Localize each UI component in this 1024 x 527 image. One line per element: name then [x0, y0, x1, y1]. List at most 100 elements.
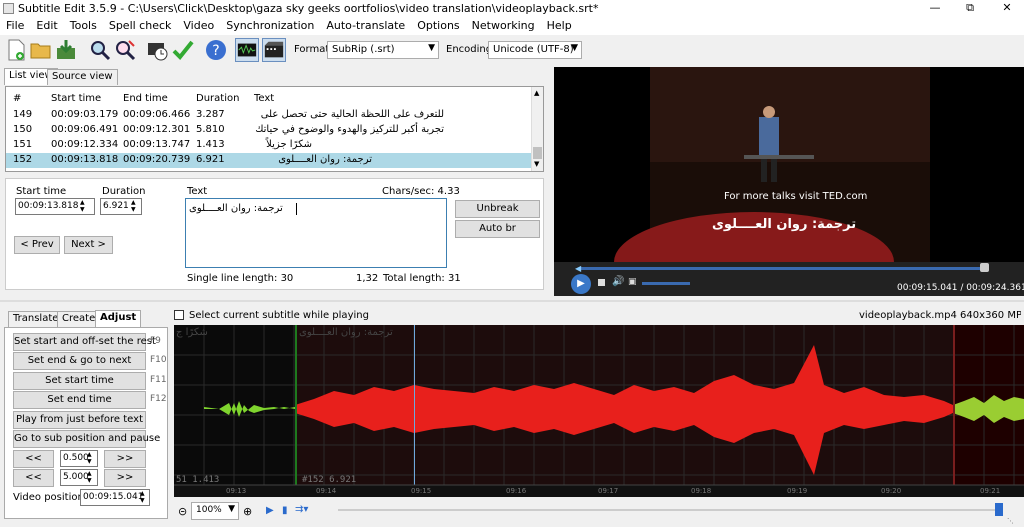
replace-icon[interactable]	[113, 38, 137, 62]
menu-synchronization[interactable]: Synchronization	[220, 17, 320, 35]
cell-end: 00:09:06.466	[123, 109, 191, 120]
new-file-icon[interactable]	[4, 38, 28, 62]
spell-check-icon[interactable]	[171, 38, 195, 62]
tick-label: 09:19	[787, 487, 808, 495]
zoom-select[interactable]: 100% ▼	[191, 502, 239, 520]
table-row[interactable]: 150 00:09:06.491 00:09:12.301 5.810 تجرب…	[6, 123, 531, 138]
set-start-offset-button[interactable]: Set start and off-set the rest	[13, 333, 156, 351]
waveform[interactable]: شكرًا ج ترجمة: روان العــــلوى 51 1.413 …	[174, 325, 1024, 497]
menu-auto-translate[interactable]: Auto-translate	[320, 17, 411, 35]
sync-options-icon[interactable]: ⇉▾	[295, 504, 308, 515]
volume-slider[interactable]	[642, 282, 690, 285]
select-while-playing-checkbox[interactable]	[174, 310, 184, 320]
scroll-down-icon[interactable]: ▼	[534, 160, 539, 168]
waveform-position-track[interactable]	[338, 509, 1002, 511]
find-icon[interactable]	[88, 38, 112, 62]
col-duration[interactable]: Duration	[196, 93, 239, 104]
minimize-icon[interactable]: —	[918, 0, 952, 17]
menu-tools[interactable]: Tools	[64, 17, 103, 35]
back-small-button[interactable]: <<	[13, 450, 54, 468]
svg-text:?: ?	[212, 43, 219, 59]
prev-button[interactable]: < Prev	[14, 236, 60, 254]
play-before-text-button[interactable]: Play from just before text	[13, 411, 146, 429]
center-icon[interactable]: ▮	[282, 505, 288, 516]
list-scrollbar[interactable]: ▲ ▼	[531, 87, 543, 171]
maximize-icon[interactable]: ⧉	[953, 0, 987, 17]
subtitle-list[interactable]: # Start time End time Duration Text 149 …	[5, 86, 544, 172]
tab-translate[interactable]: Translate	[8, 311, 64, 327]
scroll-up-icon[interactable]: ▲	[534, 89, 539, 97]
shortcut-f10: F10	[150, 355, 167, 365]
save-icon[interactable]	[54, 38, 78, 62]
video-progress[interactable]	[581, 267, 987, 270]
forward-large-button[interactable]: >>	[104, 469, 146, 487]
table-row[interactable]: 149 00:09:03.179 00:09:06.466 3.287 للتع…	[6, 108, 531, 123]
video-position-spinner[interactable]: ▲ ▼	[140, 490, 145, 504]
set-end-time-button[interactable]: Set end time	[13, 391, 146, 409]
start-time-spinner[interactable]: ▲ ▼	[80, 199, 85, 213]
large-step-spinner[interactable]: ▲ ▼	[87, 470, 92, 484]
table-row[interactable]: 151 00:09:12.334 00:09:13.747 1.413 شكرً…	[6, 138, 531, 153]
title-bar: Subtitle Edit 3.5.9 - C:\Users\Click\Des…	[0, 0, 1024, 17]
duration-spinner[interactable]: ▲ ▼	[131, 199, 136, 213]
zoom-in-icon[interactable]: ⊕	[243, 505, 252, 518]
text-label: Text	[187, 186, 208, 197]
visual-sync-icon[interactable]	[146, 38, 170, 62]
tick-label: 09:18	[691, 487, 712, 495]
waveform-position-handle[interactable]	[995, 503, 1003, 516]
tick-label: 09:16	[506, 487, 527, 495]
splitter[interactable]	[0, 300, 1024, 302]
select-while-playing-label: Select current subtitle while playing	[189, 310, 369, 321]
zoom-out-icon[interactable]: ⊝	[178, 505, 187, 518]
large-step-input[interactable]: 5.000	[60, 469, 98, 486]
go-to-sub-pause-button[interactable]: Go to sub position and pause	[13, 430, 160, 448]
auto-break-button[interactable]: Auto br	[455, 220, 540, 238]
set-start-time-button[interactable]: Set start time	[13, 372, 146, 390]
small-step-spinner[interactable]: ▲ ▼	[87, 451, 92, 465]
open-folder-icon[interactable]	[29, 38, 53, 62]
play-selection-icon[interactable]: ▶	[266, 505, 274, 516]
forward-small-button[interactable]: >>	[104, 450, 146, 468]
col-end-time[interactable]: End time	[123, 93, 168, 104]
tab-adjust[interactable]: Adjust	[95, 310, 142, 327]
table-row-selected[interactable]: 152 00:09:13.818 00:09:20.739 6.921 ترجم…	[6, 153, 531, 168]
stop-icon[interactable]	[598, 279, 605, 286]
menu-file[interactable]: File	[0, 17, 30, 35]
video-player[interactable]: For more talks visit TED.com ترجمة: روان…	[554, 67, 1024, 296]
tab-source-view[interactable]: Source view	[47, 69, 118, 85]
unbreak-button[interactable]: Unbreak	[455, 200, 540, 218]
format-select[interactable]: SubRip (.srt) ▼	[327, 41, 439, 59]
play-icon[interactable]: ▶	[571, 274, 591, 294]
cell-duration: 1.413	[196, 139, 225, 150]
cell-number: 152	[13, 154, 33, 165]
wave-sub-text: ترجمة: روان العــــلوى	[299, 327, 393, 338]
menu-spell-check[interactable]: Spell check	[103, 17, 178, 35]
progress-handle[interactable]	[980, 263, 989, 272]
help-icon[interactable]: ?	[204, 38, 228, 62]
col-text[interactable]: Text	[254, 93, 274, 104]
cell-text: للتعرف على اللحظة الحالية حتى تحصل على	[260, 109, 444, 120]
tick-label: 09:14	[316, 487, 337, 495]
menu-networking[interactable]: Networking	[466, 17, 541, 35]
menu-options[interactable]: Options	[411, 17, 465, 35]
scroll-thumb[interactable]	[533, 147, 542, 159]
close-icon[interactable]: ✕	[990, 0, 1024, 17]
next-button[interactable]: Next >	[64, 236, 113, 254]
set-end-next-button[interactable]: Set end & go to next	[13, 352, 146, 370]
encoding-select[interactable]: Unicode (UTF-8) ▼	[488, 41, 582, 59]
back-large-button[interactable]: <<	[13, 469, 54, 487]
menu-edit[interactable]: Edit	[30, 17, 63, 35]
cell-duration: 5.810	[196, 124, 225, 135]
fullscreen-icon[interactable]: ▣	[628, 277, 637, 287]
col-number[interactable]: #	[13, 93, 21, 104]
small-step-input[interactable]: 0.500	[60, 450, 98, 467]
col-start-time[interactable]: Start time	[51, 93, 101, 104]
subtitle-text-area[interactable]: ترجمة: روان العــــلوى	[185, 198, 447, 268]
video-toggle-icon[interactable]	[262, 38, 286, 62]
tab-create[interactable]: Create	[57, 311, 101, 327]
cell-number: 151	[13, 139, 33, 150]
volume-icon[interactable]: 🔊	[612, 276, 624, 287]
waveform-toggle-icon[interactable]	[235, 38, 259, 62]
menu-video[interactable]: Video	[177, 17, 220, 35]
menu-help[interactable]: Help	[541, 17, 578, 35]
